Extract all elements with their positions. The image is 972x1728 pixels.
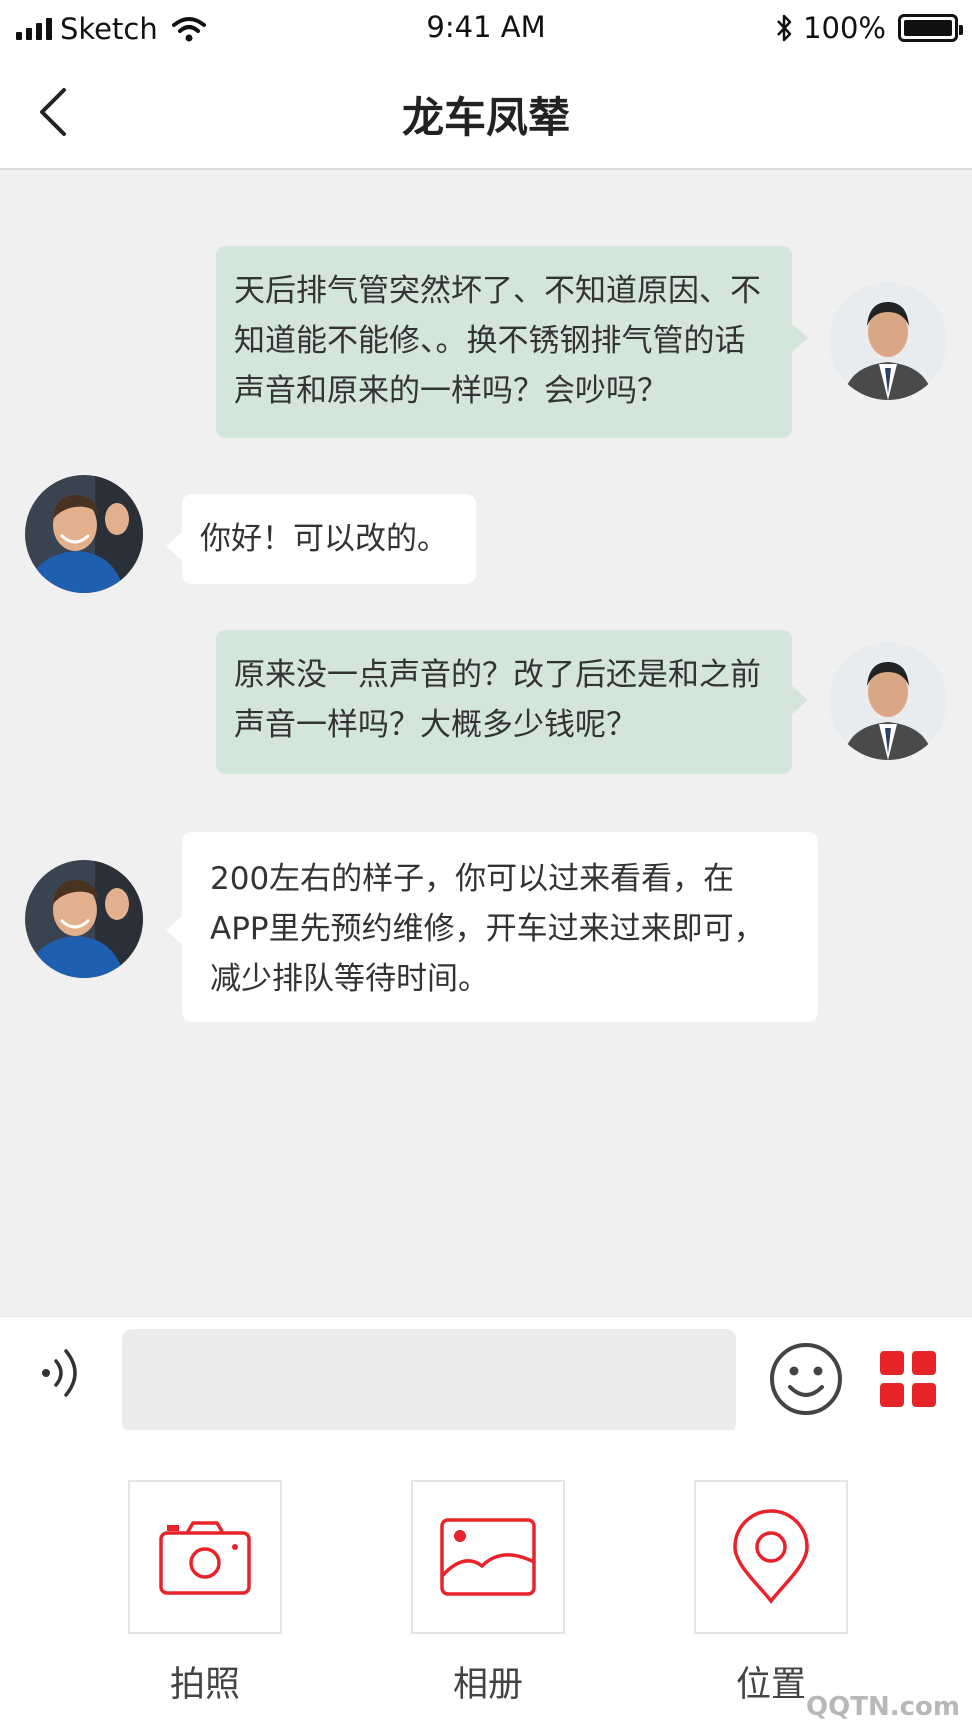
status-bar: Sketch 9:41 AM 100%	[0, 0, 972, 58]
bluetooth-icon	[777, 14, 792, 42]
tool-album[interactable]: 相册	[411, 1480, 565, 1707]
avatar-contact[interactable]	[25, 860, 143, 978]
tools-panel: 拍照 相册 位置 QQTN.com	[0, 1430, 972, 1728]
camera-icon	[159, 1521, 251, 1595]
message-text: 原来没一点声音的？改了后还是和之前声音一样吗？大概多少钱呢？	[234, 657, 761, 743]
tool-box	[411, 1480, 565, 1634]
status-right: 100%	[775, 8, 963, 48]
contact-avatar-image	[25, 860, 143, 978]
input-bar	[0, 1316, 972, 1433]
watermark: QQTN.com	[806, 1692, 960, 1722]
tool-location[interactable]: 位置	[694, 1480, 848, 1707]
user-avatar-image	[829, 642, 947, 760]
tool-label: 拍照	[169, 1665, 240, 1705]
tool-box	[128, 1480, 282, 1634]
message-text: 你好！可以改的。	[200, 521, 448, 557]
battery-percent: 100%	[803, 11, 886, 45]
bubble-tail	[166, 532, 182, 560]
message-input[interactable]	[122, 1329, 736, 1433]
image-icon	[440, 1518, 536, 1596]
emoji-button[interactable]	[768, 1341, 844, 1417]
tool-label: 相册	[452, 1665, 523, 1705]
location-pin-icon	[733, 1509, 809, 1604]
tool-box	[694, 1480, 848, 1634]
message-bubble-sent[interactable]: 天后排气管突然坏了、不知道原因、不知道能不能修、。换不锈钢排气管的话声音和原来的…	[216, 246, 792, 438]
page-title: 龙车凤辇	[401, 93, 570, 142]
avatar-user[interactable]	[829, 282, 947, 400]
avatar-user[interactable]	[829, 642, 947, 760]
message-bubble-received[interactable]: 你好！可以改的。	[182, 494, 476, 584]
voice-icon	[42, 1349, 77, 1397]
contact-avatar-image	[25, 475, 143, 593]
nav-bar: 龙车凤辇	[0, 58, 972, 170]
avatar-contact[interactable]	[25, 475, 143, 593]
message-text: 200左右的样子，你可以过来看看，在APP里先预约维修，开车过来过来即可，减少排…	[210, 861, 765, 997]
chat-area[interactable]: 天后排气管突然坏了、不知道原因、不知道能不能修、。换不锈钢排气管的话声音和原来的…	[0, 170, 972, 1316]
user-avatar-image	[829, 282, 947, 400]
battery-icon	[898, 14, 963, 42]
bubble-tail	[792, 324, 808, 352]
message-bubble-sent[interactable]: 原来没一点声音的？改了后还是和之前声音一样吗？大概多少钱呢？	[216, 630, 792, 774]
more-button[interactable]	[880, 1351, 936, 1407]
message-bubble-received[interactable]: 200左右的样子，你可以过来看看，在APP里先预约维修，开车过来过来即可，减少排…	[182, 832, 818, 1022]
bubble-tail	[792, 686, 808, 714]
voice-button[interactable]	[34, 1343, 94, 1403]
smiley-icon	[770, 1343, 842, 1415]
bubble-tail	[166, 916, 182, 944]
tool-camera[interactable]: 拍照	[128, 1480, 282, 1707]
message-text: 天后排气管突然坏了、不知道原因、不知道能不能修、。换不锈钢排气管的话声音和原来的…	[234, 273, 761, 409]
